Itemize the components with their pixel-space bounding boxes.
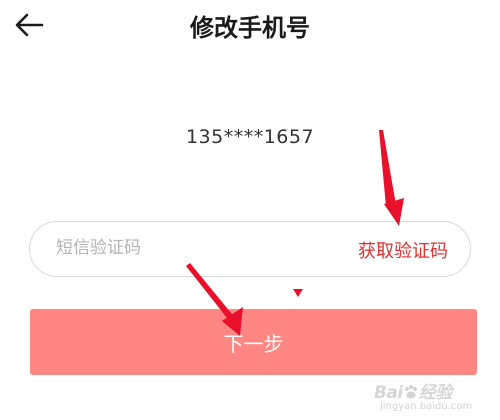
page-title: 修改手机号 bbox=[190, 14, 310, 42]
watermark-brand: Bai 经验 bbox=[374, 378, 452, 403]
verification-code-row: 获取验证码 bbox=[29, 221, 471, 277]
sms-code-input[interactable] bbox=[56, 233, 326, 263]
masked-phone-number: 135****1657 bbox=[185, 126, 315, 148]
paw-icon bbox=[404, 385, 417, 399]
watermark-brand-right: 经验 bbox=[418, 383, 453, 403]
small-red-marker bbox=[293, 289, 303, 297]
get-code-button[interactable]: 获取验证码 bbox=[358, 237, 448, 263]
watermark-brand-left: Bai bbox=[374, 383, 403, 403]
watermark-url: jingyan.baidu.com bbox=[380, 401, 473, 412]
next-step-button[interactable]: 下一步 bbox=[30, 309, 477, 375]
baidu-jingyan-watermark: Bai 经验 jingyan.baidu.com bbox=[374, 374, 492, 416]
